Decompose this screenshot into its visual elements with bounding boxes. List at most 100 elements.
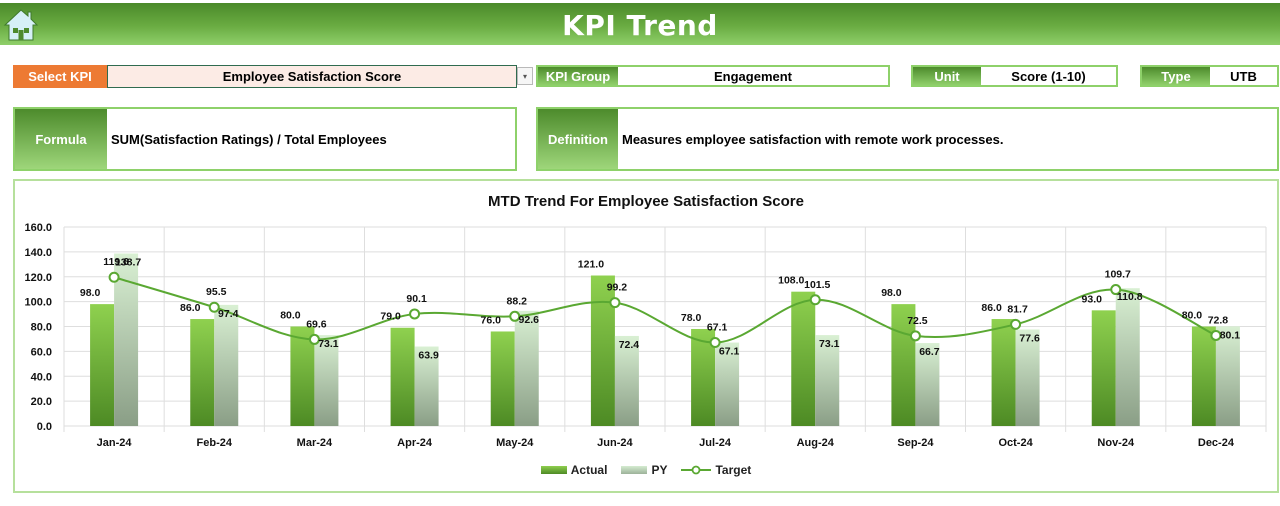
bar-actual <box>991 319 1016 426</box>
x-tick-label: Oct-24 <box>998 437 1033 449</box>
target-marker <box>809 294 821 306</box>
x-tick-label: Nov-24 <box>1097 437 1135 449</box>
data-label-py: 63.9 <box>418 350 439 362</box>
x-tick-label: Apr-24 <box>397 437 433 449</box>
y-tick-label: 80.0 <box>31 322 52 334</box>
header-bar: KPI Trend <box>0 3 1280 45</box>
data-label-target: 109.7 <box>1105 269 1131 281</box>
y-tick-label: 120.0 <box>24 272 52 284</box>
x-tick-label: Sep-24 <box>897 437 934 449</box>
y-tick-label: 0.0 <box>37 421 52 433</box>
data-label-py: 97.4 <box>218 308 239 320</box>
y-tick-label: 160.0 <box>24 222 52 234</box>
x-tick-label: Dec-24 <box>1198 437 1235 449</box>
data-label-py: 80.1 <box>1220 329 1241 341</box>
chart-container: MTD Trend For Employee Satisfaction Scor… <box>13 179 1279 493</box>
x-tick-label: May-24 <box>496 437 534 449</box>
legend-label-target: Target <box>715 463 752 477</box>
bar-actual <box>1191 326 1216 426</box>
legend-item-py[interactable]: PY <box>621 463 667 477</box>
data-label-actual: 78.0 <box>681 312 702 324</box>
data-label-target: 99.2 <box>607 282 628 294</box>
target-marker <box>409 308 421 320</box>
bar-py <box>1115 288 1140 426</box>
type-value: UTB <box>1230 68 1257 84</box>
bar-py <box>214 304 239 426</box>
data-label-actual: 93.0 <box>1082 293 1103 305</box>
bar-actual <box>590 275 615 426</box>
y-tick-label: 100.0 <box>24 297 52 309</box>
formula-label: Formula <box>15 109 107 169</box>
bar-actual <box>791 291 816 426</box>
data-label-actual: 79.0 <box>380 311 401 323</box>
data-label-actual: 86.0 <box>180 302 201 314</box>
bar-py <box>514 310 539 426</box>
definition-value: Measures employee satisfaction with remo… <box>622 131 1004 147</box>
data-label-py: 110.8 <box>1117 291 1143 303</box>
y-tick-label: 60.0 <box>31 346 52 358</box>
data-label-target: 72.5 <box>907 315 928 327</box>
data-label-py: 92.6 <box>519 314 540 326</box>
formula-value: SUM(Satisfaction Ratings) / Total Employ… <box>111 131 387 147</box>
legend-item-actual[interactable]: Actual <box>540 463 608 477</box>
kpi-group-field: KPI Group Engagement <box>536 65 890 87</box>
bar-actual <box>490 331 515 426</box>
x-tick-label: Jan-24 <box>97 437 133 449</box>
data-label-target: 88.2 <box>507 295 528 307</box>
legend-swatch-target <box>681 465 712 475</box>
type-field: Type UTB <box>1140 65 1279 87</box>
kpi-group-value: Engagement <box>713 68 792 84</box>
data-label-py: 73.1 <box>819 338 840 350</box>
trend-chart: 0.0 20.0 40.0 60.0 80.0 100.0 120.0 140.0 160.0 J… <box>24 222 1267 449</box>
data-label-py: 73.1 <box>318 338 339 350</box>
x-tick-label: Aug-24 <box>797 437 835 449</box>
definition-box: Definition Measures employee satisfactio… <box>536 107 1279 171</box>
bar-actual <box>390 327 415 426</box>
data-label-actual: 121.0 <box>578 259 604 271</box>
data-label-py: 72.4 <box>619 339 640 351</box>
data-label-actual: 80.0 <box>280 310 301 322</box>
legend-label-py: PY <box>651 463 668 477</box>
data-label-target: 67.1 <box>707 322 728 334</box>
select-kpi-dropdown[interactable]: Employee Satisfaction Score <box>107 65 517 88</box>
data-label-actual: 80.0 <box>1182 310 1203 322</box>
data-label-actual: 108.0 <box>778 275 804 287</box>
unit-value: Score (1-10) <box>1011 68 1086 84</box>
bar-actual <box>90 304 115 426</box>
data-label-target: 119.6 <box>103 256 129 268</box>
target-marker <box>609 297 621 309</box>
select-kpi-control: Select KPI Employee Satisfaction Score ▾ <box>13 65 533 88</box>
legend-label-actual: Actual <box>570 463 608 477</box>
target-marker <box>1010 318 1022 330</box>
chart-legend: Actual PY Target <box>15 463 1277 477</box>
data-label-target: 69.6 <box>306 318 327 330</box>
y-tick-label: 140.0 <box>24 247 52 259</box>
x-tick-label: Mar-24 <box>297 437 333 449</box>
data-label-actual: 76.0 <box>481 314 502 326</box>
x-tick-label: Feb-24 <box>197 437 233 449</box>
legend-item-target[interactable]: Target <box>681 463 751 477</box>
data-label-py: 77.6 <box>1019 332 1040 344</box>
definition-label: Definition <box>538 109 618 169</box>
kpi-group-label: KPI Group <box>538 67 618 85</box>
target-marker <box>909 330 921 342</box>
data-label-target: 95.5 <box>206 286 227 298</box>
select-kpi-label: Select KPI <box>13 65 107 88</box>
target-marker <box>108 271 120 283</box>
data-label-target: 101.5 <box>804 279 830 291</box>
legend-swatch-py <box>621 466 648 474</box>
chevron-down-icon[interactable]: ▾ <box>517 67 533 85</box>
y-tick-label: 40.0 <box>31 371 52 383</box>
data-label-py: 67.1 <box>719 346 740 358</box>
x-tick-label: Jul-24 <box>699 437 732 449</box>
formula-box: Formula SUM(Satisfaction Ratings) / Tota… <box>13 107 517 171</box>
legend-swatch-actual <box>540 466 567 474</box>
data-label-actual: 86.0 <box>981 302 1002 314</box>
data-label-actual: 98.0 <box>881 287 902 299</box>
page-title: KPI Trend <box>562 9 718 42</box>
type-label: Type <box>1142 67 1210 85</box>
data-label-target: 90.1 <box>406 293 427 305</box>
x-tick-label: Jun-24 <box>597 437 633 449</box>
y-tick-label: 20.0 <box>31 396 52 408</box>
bar-actual <box>1091 310 1116 426</box>
